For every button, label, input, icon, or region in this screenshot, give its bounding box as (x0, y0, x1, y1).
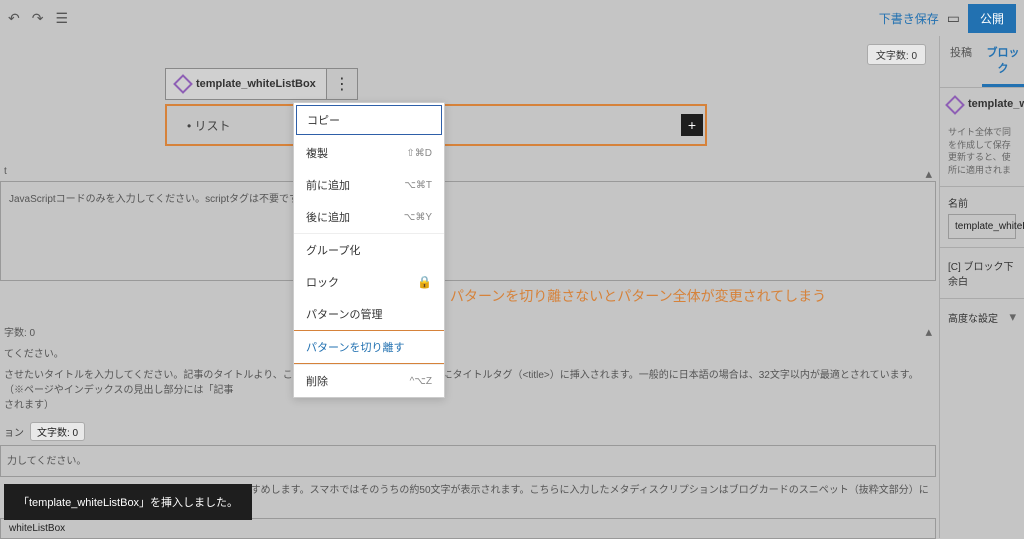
topbar-right: 下書き保存 ▭ 公開 (879, 4, 1016, 33)
menu-insert-after[interactable]: 後に追加⌥⌘Y (294, 201, 444, 233)
section-label: ョン (4, 424, 24, 439)
publish-button[interactable]: 公開 (968, 4, 1016, 33)
list-item-text: • リスト (187, 117, 231, 134)
sidebar-tabs: 投稿 ブロック (940, 36, 1024, 88)
sidebar-margin-row[interactable]: [C] ブロック下余白 (940, 247, 1024, 298)
collapse-icon[interactable]: ▴ (925, 166, 932, 182)
preview-icon[interactable]: ▭ (947, 10, 960, 27)
tab-post[interactable]: 投稿 (940, 36, 982, 87)
menu-group[interactable]: グループ化 (294, 234, 444, 266)
section-label: whiteListBox (0, 518, 936, 539)
toast-notification: 「template_whiteListBox」を挿入しました。 (4, 484, 252, 520)
block-info-desc: サイト全体で同を作成して保存更新すると、使所に適用されま (940, 122, 1024, 186)
topbar-left: ↶ ↷ ☰ (8, 10, 68, 27)
redo-button[interactable]: ↷ (32, 10, 44, 27)
block-type-button[interactable]: template_whiteListBox (166, 69, 327, 99)
menu-delete[interactable]: 削除^⌥Z (294, 365, 444, 397)
menu-manage-patterns[interactable]: パターンの管理 (294, 298, 444, 330)
block-options-dropdown: コピー 複製⇧⌘D 前に追加⌥⌘T 後に追加⌥⌘Y グループ化 ロック🔒 パター… (293, 102, 445, 398)
pattern-icon (173, 74, 193, 94)
chevron-down-icon: ▾ (1009, 309, 1016, 325)
js-textarea[interactable]: JavaScriptコードのみを入力してください。scriptタグは不要です。 (0, 181, 936, 281)
save-draft-button[interactable]: 下書き保存 (879, 10, 939, 27)
editor-topbar: ↶ ↷ ☰ 下書き保存 ▭ 公開 (0, 0, 1024, 36)
block-toolbar-label: template_whiteListBox (196, 78, 316, 90)
section-label: t (0, 164, 936, 179)
char-count-small: 字数: 0 (0, 322, 936, 341)
char-count-badge: 文字数: 0 (30, 422, 85, 441)
collapse-icon[interactable]: ▴ (925, 324, 932, 340)
helper-text: てください。 (0, 341, 936, 364)
block-info-title: template_whi (968, 98, 1024, 110)
list-view-button[interactable]: ☰ (55, 10, 68, 27)
name-input[interactable]: template_whiteList (948, 214, 1016, 239)
menu-duplicate[interactable]: 複製⇧⌘D (294, 137, 444, 169)
menu-detach-pattern[interactable]: パターンを切り離す (294, 330, 444, 364)
menu-insert-before[interactable]: 前に追加⌥⌘T (294, 169, 444, 201)
block-info-header: template_whi (940, 88, 1024, 122)
description-textarea[interactable]: 力してください。 (0, 445, 936, 477)
helper-text: させたいタイトルを入力してください。記事のタイトルより、こちらに入力したテキスト… (0, 364, 936, 417)
name-label: 名前 (948, 195, 1016, 210)
sidebar-name-section: 名前 template_whiteList (940, 186, 1024, 247)
add-block-button[interactable]: + (681, 114, 703, 136)
lock-icon: 🔒 (417, 275, 432, 289)
sidebar-advanced-row[interactable]: 高度な設定▾ (940, 298, 1024, 335)
block-more-button[interactable]: ⋮ (327, 69, 357, 99)
block-toolbar: template_whiteListBox ⋮ (165, 68, 358, 100)
pattern-icon (945, 95, 965, 115)
char-count-badge: 文字数: 0 (867, 44, 926, 65)
tab-block[interactable]: ブロック (982, 36, 1024, 87)
menu-copy[interactable]: コピー (296, 105, 442, 135)
settings-sidebar: 投稿 ブロック template_whi サイト全体で同を作成して保存更新すると… (939, 36, 1024, 538)
undo-button[interactable]: ↶ (8, 10, 20, 27)
annotation-text: パターンを切り離さないとパターン全体が変更されてしまう (450, 286, 826, 306)
menu-lock[interactable]: ロック🔒 (294, 266, 444, 298)
